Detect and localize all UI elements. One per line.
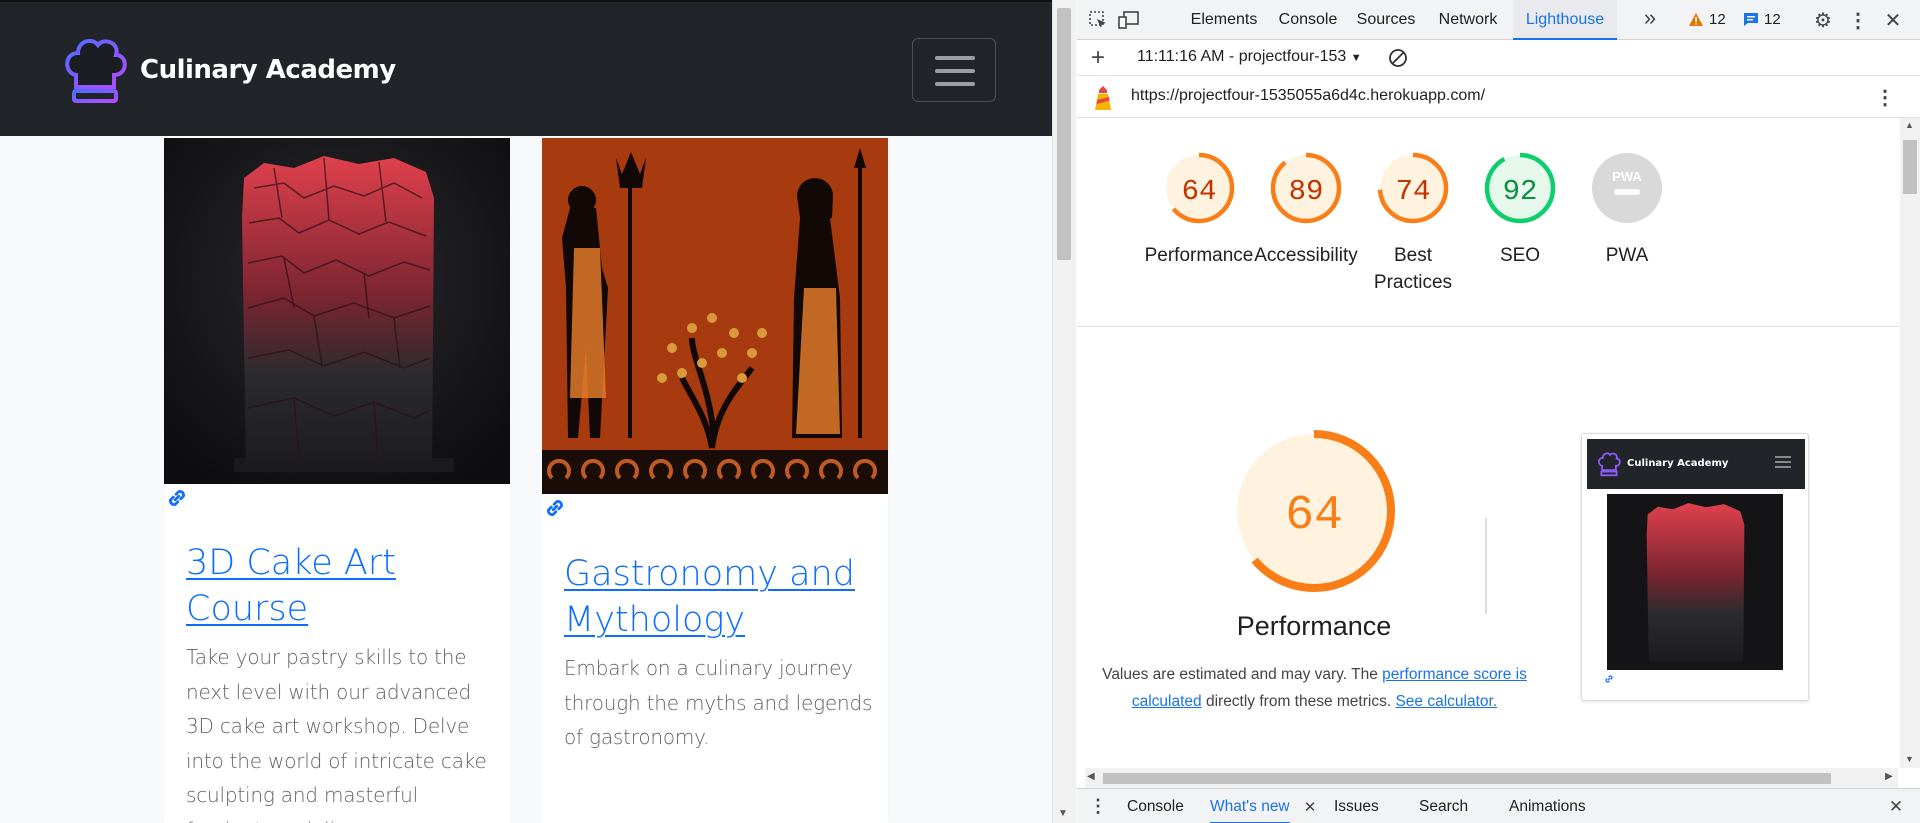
hamburger-menu-icon xyxy=(1775,456,1791,468)
course-title-link[interactable]: Gastronomy and Mythology xyxy=(564,551,874,643)
performance-note: Values are estimated and may vary. The p… xyxy=(1102,666,1527,710)
pwa-badge-text: PWA xyxy=(1612,169,1642,184)
cake-image[interactable] xyxy=(164,138,510,484)
link-icon[interactable] xyxy=(544,497,566,519)
site-navbar: Culinary Academy xyxy=(0,0,1052,136)
page-scrollbar-thumb[interactable] xyxy=(1057,8,1071,260)
website-viewport: Culinary Academy 3D Cake Art Course Take… xyxy=(0,0,1052,823)
section-divider xyxy=(1077,326,1900,327)
screen: Culinary Academy 3D Cake Art Course Take… xyxy=(0,0,1920,823)
settings-gear-icon[interactable]: ⚙ xyxy=(1812,9,1834,32)
scroll-down-arrow-icon[interactable]: ▼ xyxy=(1058,808,1068,819)
score-value: 89 xyxy=(1289,175,1324,208)
final-screenshot-thumbnail[interactable]: Culinary Academy xyxy=(1581,433,1809,701)
score-value: 92 xyxy=(1503,175,1538,208)
score-value: 74 xyxy=(1396,175,1431,208)
tab-console[interactable]: Console xyxy=(1271,0,1345,40)
tab-sources[interactable]: Sources xyxy=(1349,0,1423,40)
score-gauge-seo[interactable]: 92 xyxy=(1484,152,1556,224)
tab-lighthouse[interactable]: Lighthouse xyxy=(1513,0,1617,40)
inspect-element-icon[interactable] xyxy=(1087,9,1109,31)
score-label: Accessibility xyxy=(1254,245,1358,266)
report-horizontal-scroll-thumb[interactable] xyxy=(1103,773,1831,784)
hamburger-menu-icon xyxy=(935,56,975,60)
close-devtools-icon[interactable]: ✕ xyxy=(1882,9,1904,32)
see-calculator-link[interactable]: See calculator. xyxy=(1395,693,1497,710)
devtools-drawer: ⋮ Console What's new ✕ Issues Search Ani… xyxy=(1077,788,1920,823)
lighthouse-toolbar: + 11:11:16 AM - projectfour-153 ▼ xyxy=(1077,40,1920,76)
more-tabs-chevron-icon[interactable]: » xyxy=(1639,5,1661,30)
more-options-icon[interactable]: ⋮ xyxy=(1847,9,1869,32)
score-value: 64 xyxy=(1182,175,1217,208)
report-selector[interactable]: 11:11:16 AM - projectfour-153 ▼ xyxy=(1137,48,1362,66)
thumbnail-cake-image xyxy=(1607,494,1783,670)
tab-elements[interactable]: Elements xyxy=(1181,0,1267,40)
link-icon[interactable] xyxy=(166,487,188,509)
thumbnail-brand-name: Culinary Academy xyxy=(1627,458,1729,469)
drawer-menu-icon[interactable]: ⋮ xyxy=(1087,795,1109,817)
score-gauge-pwa[interactable]: PWA xyxy=(1592,153,1662,223)
chef-hat-logo-icon xyxy=(1598,452,1621,477)
drawer-tab-search[interactable]: Search xyxy=(1419,789,1468,823)
clear-reports-icon[interactable] xyxy=(1387,47,1409,69)
new-report-plus-icon[interactable]: + xyxy=(1087,44,1109,71)
chef-hat-logo-icon xyxy=(65,38,127,103)
devtools-panel: Elements Console Sources Network Lightho… xyxy=(1077,0,1920,823)
device-toolbar-icon[interactable] xyxy=(1118,9,1140,31)
drawer-tab-console[interactable]: Console xyxy=(1127,789,1184,823)
drawer-tab-whats-new[interactable]: What's new xyxy=(1210,789,1290,823)
lighthouse-logo-icon xyxy=(1095,86,1111,110)
scroll-right-arrow-icon[interactable]: ▶ xyxy=(1885,771,1893,782)
report-horizontal-scrollbar[interactable]: ◀ ▶ xyxy=(1085,768,1898,788)
navbar-toggle-button[interactable] xyxy=(912,38,996,102)
link-icon xyxy=(1605,675,1613,683)
score-label: PWA xyxy=(1605,245,1649,266)
scroll-up-arrow-icon[interactable]: ▲ xyxy=(1905,120,1914,130)
dropdown-arrow-icon: ▼ xyxy=(1350,52,1362,64)
course-card: 3D Cake Art Course Take your pastry skil… xyxy=(164,136,510,823)
course-title-link[interactable]: 3D Cake Art Course xyxy=(186,540,496,632)
drawer-tab-animations[interactable]: Animations xyxy=(1509,789,1586,823)
performance-big-gauge: 64 xyxy=(1233,430,1395,592)
report-vertical-scroll-thumb[interactable] xyxy=(1903,140,1917,194)
pwa-dash-icon xyxy=(1614,189,1640,195)
scroll-down-arrow-icon[interactable]: ▼ xyxy=(1905,754,1914,764)
close-drawer-icon[interactable]: ✕ xyxy=(1885,796,1907,818)
score-gauge-best-practices[interactable]: 74 xyxy=(1377,152,1449,224)
report-url-bar: https://projectfour-1535055a6d4c.herokua… xyxy=(1077,76,1920,118)
drawer-tab-issues[interactable]: Issues xyxy=(1334,789,1379,823)
warning-icon xyxy=(1689,13,1703,26)
score-label: Best Practices xyxy=(1373,245,1453,293)
score-gauge-performance[interactable]: 64 xyxy=(1163,152,1235,224)
messages-badge[interactable]: 12 xyxy=(1743,11,1781,28)
report-menu-icon[interactable]: ⋮ xyxy=(1874,86,1896,109)
performance-title: Performance xyxy=(1236,611,1392,641)
brand-link[interactable]: Culinary Academy xyxy=(62,35,396,105)
course-description: Embark on a culinary journey through the… xyxy=(564,656,873,749)
lighthouse-report: 64 89 74 92 PWA Performance Accessibility Best… xyxy=(1077,118,1900,768)
message-icon xyxy=(1744,13,1758,26)
close-drawer-tab-icon[interactable]: ✕ xyxy=(1299,796,1321,818)
course-card: Gastronomy and Mythology Embark on a cul… xyxy=(542,136,888,823)
report-vertical-scrollbar[interactable]: ▲ ▼ xyxy=(1900,118,1920,768)
tab-network[interactable]: Network xyxy=(1428,0,1508,40)
score-gauge-accessibility[interactable]: 89 xyxy=(1270,152,1342,224)
vertical-separator xyxy=(1485,518,1487,614)
devtools-tab-bar: Elements Console Sources Network Lightho… xyxy=(1077,0,1920,40)
warnings-badge[interactable]: 12 xyxy=(1688,11,1726,28)
score-gauges: 64 89 74 92 PWA xyxy=(1163,152,1662,224)
report-url[interactable]: https://projectfour-1535055a6d4c.herokua… xyxy=(1131,87,1485,105)
brand-name: Culinary Academy xyxy=(140,55,396,85)
course-description: Take your pastry skills to the next leve… xyxy=(186,645,487,823)
big-gauge-score: 64 xyxy=(1285,489,1343,543)
thumbnail-navbar: Culinary Academy xyxy=(1587,439,1805,489)
mythology-image[interactable] xyxy=(542,138,888,494)
scroll-left-arrow-icon[interactable]: ◀ xyxy=(1087,771,1095,782)
